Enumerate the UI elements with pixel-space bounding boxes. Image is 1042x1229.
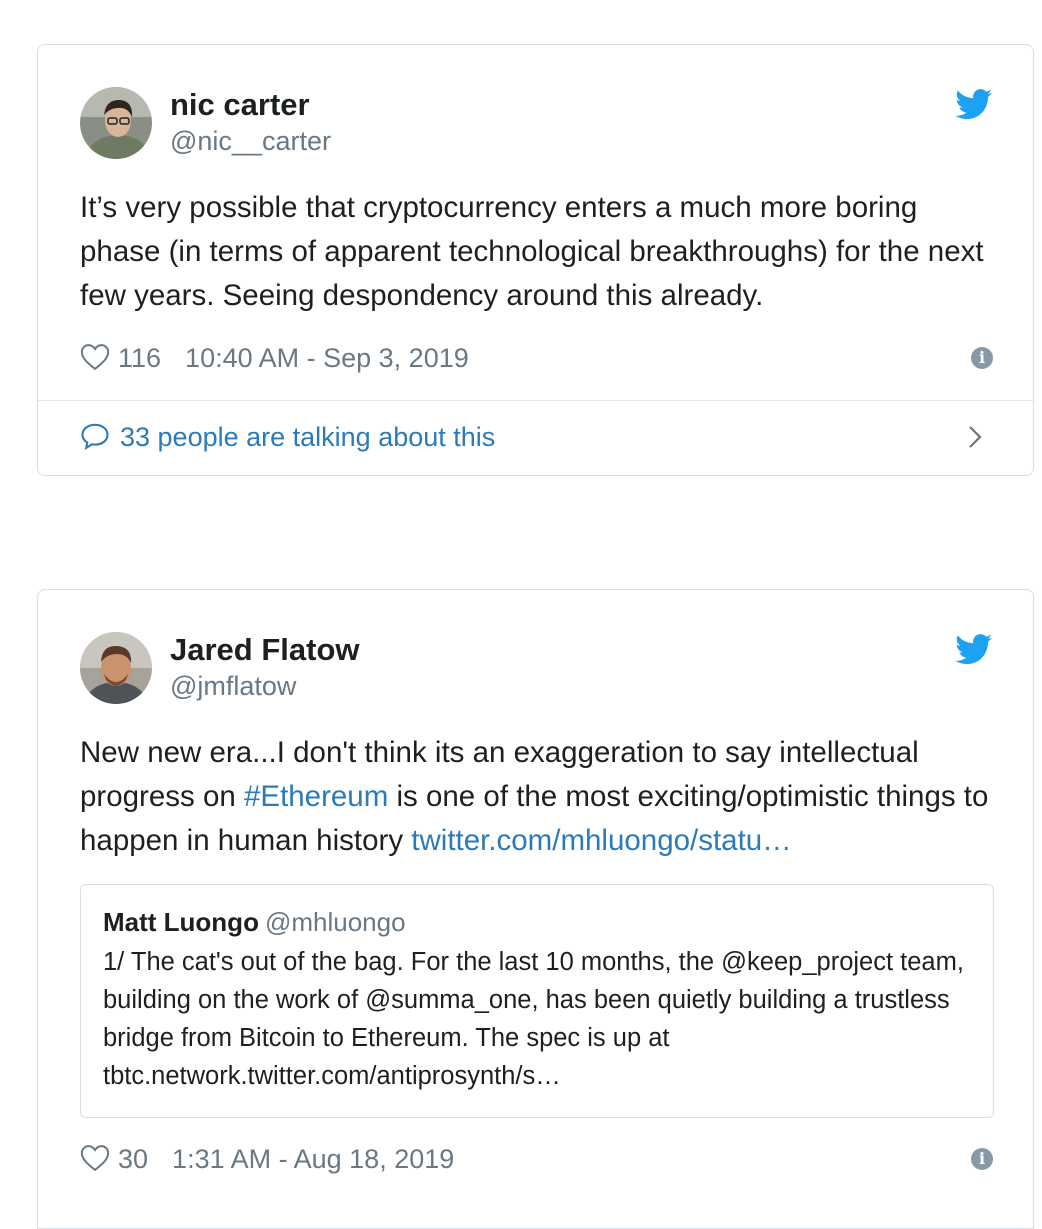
author-handle[interactable]: @nic__carter	[170, 125, 331, 157]
tweet-header: Jared Flatow @jmflatow	[80, 632, 1033, 704]
info-icon[interactable]: i	[971, 1148, 993, 1170]
like-count[interactable]: 116	[118, 343, 161, 373]
quoted-text: 1/ The cat's out of the bag. For the las…	[103, 948, 964, 1090]
twitter-bird-icon[interactable]	[955, 89, 993, 120]
url-link[interactable]: twitter.com/mhluongo/statu…	[411, 824, 791, 857]
speech-bubble-icon	[81, 423, 109, 450]
tweet-text: It’s very possible that cryptocurrency e…	[80, 191, 984, 312]
timestamp[interactable]: 10:40 AM - Sep 3, 2019	[185, 343, 469, 373]
quoted-author-name: Matt Luongo	[103, 907, 259, 937]
avatar[interactable]	[80, 87, 152, 159]
tweet-header: nic carter @nic__carter	[80, 87, 1033, 159]
hashtag-link[interactable]: #Ethereum	[244, 780, 388, 813]
like-count[interactable]: 30	[118, 1144, 148, 1174]
talking-label: 33 people are talking about this	[120, 422, 496, 452]
heart-icon[interactable]	[80, 1144, 110, 1172]
tweet-card: Jared Flatow @jmflatow New new era...I d…	[37, 589, 1034, 1229]
tweet-card: nic carter @nic__carter It’s very possib…	[37, 44, 1034, 476]
heart-icon[interactable]	[80, 343, 110, 371]
quoted-author: Matt Luongo @mhluongo	[103, 905, 971, 939]
timestamp[interactable]: 1:31 AM - Aug 18, 2019	[172, 1144, 454, 1174]
twitter-bird-icon[interactable]	[955, 634, 993, 665]
tweet-meta: 30 1:31 AM - Aug 18, 2019 i	[80, 1142, 993, 1176]
author-handle[interactable]: @jmflatow	[170, 670, 296, 702]
author-name[interactable]: Jared Flatow	[170, 632, 360, 668]
info-icon[interactable]: i	[971, 347, 993, 369]
tweet-meta: 116 10:40 AM - Sep 3, 2019 i	[80, 341, 993, 375]
avatar[interactable]	[80, 632, 152, 704]
divider	[38, 400, 1033, 401]
quoted-tweet[interactable]: Matt Luongo @mhluongo 1/ The cat's out of…	[80, 884, 994, 1118]
tweet-text: New new era...I don't think its an exagg…	[80, 731, 993, 863]
author-name[interactable]: nic carter	[170, 87, 310, 123]
chevron-right-icon[interactable]	[967, 424, 983, 450]
quoted-author-handle: @mhluongo	[264, 907, 406, 937]
conversation-link[interactable]: 33 people are talking about this	[80, 420, 993, 454]
